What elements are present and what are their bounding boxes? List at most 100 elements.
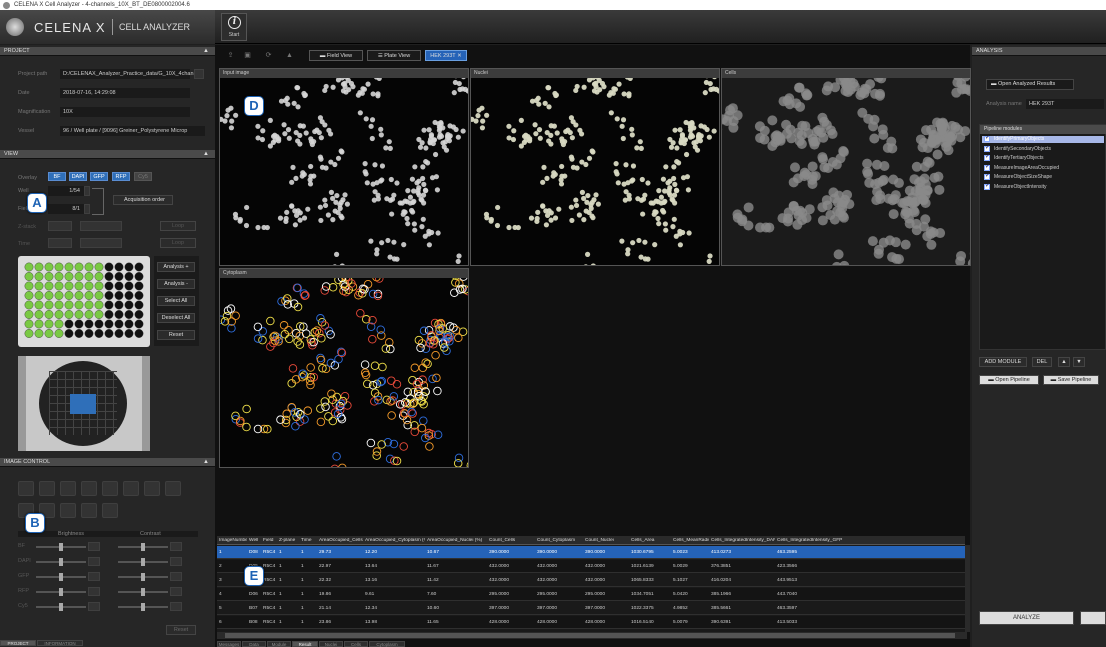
reset-button[interactable]: Reset <box>157 330 195 340</box>
select-all-button[interactable]: Select All <box>157 296 195 306</box>
tab-field-view[interactable]: ▬ Field View <box>309 50 363 61</box>
image-tool-button[interactable] <box>123 481 139 496</box>
tab-information[interactable]: INFORMATION <box>37 640 83 646</box>
deselect-all-button[interactable]: Deselect All <box>157 313 195 323</box>
image-tool-button[interactable] <box>102 481 118 496</box>
well[interactable] <box>54 319 64 329</box>
well[interactable] <box>74 310 84 319</box>
analysis-minus-button[interactable]: Analysis - <box>157 279 195 289</box>
well[interactable] <box>44 329 54 338</box>
well[interactable] <box>104 262 114 272</box>
slider-track[interactable] <box>118 588 168 596</box>
slider-value-field[interactable] <box>170 572 182 581</box>
cytoplasm-window[interactable]: Cytoplasm <box>219 268 469 468</box>
well[interactable] <box>64 281 74 291</box>
field-field[interactable]: 8/1 <box>48 204 84 214</box>
well[interactable] <box>114 319 124 329</box>
well[interactable] <box>94 272 104 281</box>
well[interactable] <box>44 281 54 291</box>
well[interactable] <box>104 291 114 300</box>
well[interactable] <box>44 291 54 300</box>
zstack-controls[interactable] <box>48 221 72 231</box>
well[interactable] <box>64 310 74 319</box>
channel-bf-button[interactable]: BF <box>48 172 66 181</box>
analysis-plus-button[interactable]: Analysis + <box>157 262 195 272</box>
result-tab[interactable]: Data <box>242 641 266 647</box>
channel-gfp-button[interactable]: GFP <box>90 172 108 181</box>
well[interactable] <box>104 300 114 310</box>
well[interactable] <box>94 281 104 291</box>
well[interactable] <box>84 291 94 300</box>
well[interactable] <box>44 319 54 329</box>
well[interactable] <box>84 329 94 338</box>
well[interactable] <box>114 300 124 310</box>
pipeline-module[interactable]: IdentifyPrimaryObjects <box>982 135 1104 143</box>
slider-track[interactable] <box>36 558 86 566</box>
well[interactable] <box>94 262 104 272</box>
slider-track[interactable] <box>118 603 168 611</box>
image-reset-button[interactable]: Reset <box>166 625 196 635</box>
channel-dapi-button[interactable]: DAPI <box>69 172 87 181</box>
well[interactable] <box>94 329 104 338</box>
column-header[interactable]: Well <box>249 538 261 543</box>
column-header[interactable]: Field <box>263 538 277 543</box>
well[interactable] <box>84 272 94 281</box>
column-header[interactable]: Cells_IntegratedIntensity_GFP <box>777 538 963 543</box>
column-header[interactable]: ImageNumber <box>219 538 247 543</box>
view-header[interactable]: VIEW ▲ <box>0 150 215 159</box>
slider-thumb[interactable] <box>141 573 145 581</box>
acquisition-order-toggle[interactable]: Acquisition order <box>113 195 173 205</box>
results-table[interactable]: ImageNumber Well Field Z-plane Time AreaOccup… <box>217 536 965 632</box>
slider-value-field[interactable] <box>88 572 100 581</box>
well[interactable] <box>84 310 94 319</box>
save-pipeline-button[interactable]: ▬ Save Pipeline <box>1043 375 1099 385</box>
column-header[interactable]: Time <box>301 538 317 543</box>
image-tool-button[interactable] <box>18 481 34 496</box>
well[interactable] <box>34 291 44 300</box>
table-row[interactable]: 5 B07 R5C4 1 1 21.14 12.34 10.60 397.0000 397.000… <box>217 602 965 615</box>
well[interactable] <box>134 329 144 338</box>
pipeline-module[interactable]: IdentifyTertiaryObjects <box>982 154 1104 162</box>
slider-track[interactable] <box>118 573 168 581</box>
folder-icon[interactable] <box>194 69 204 79</box>
slider-value-field[interactable] <box>88 602 100 611</box>
analysis-header[interactable]: ANALYSIS <box>972 47 1106 56</box>
slider-track[interactable] <box>36 603 86 611</box>
slider-thumb[interactable] <box>59 603 63 611</box>
well[interactable] <box>34 300 44 310</box>
image-tool-button[interactable] <box>60 503 76 518</box>
well[interactable] <box>64 272 74 281</box>
slider-value-field[interactable] <box>170 587 182 596</box>
well[interactable] <box>124 272 134 281</box>
well[interactable] <box>134 319 144 329</box>
well[interactable] <box>74 329 84 338</box>
well[interactable] <box>24 272 34 281</box>
well[interactable] <box>104 310 114 319</box>
well[interactable] <box>84 281 94 291</box>
field-stepper[interactable] <box>84 204 90 214</box>
result-tab[interactable]: Result <box>292 641 318 647</box>
well[interactable] <box>24 291 34 300</box>
pipeline-module[interactable]: MeasureObjectIntensity <box>982 183 1104 191</box>
well[interactable] <box>74 319 84 329</box>
well-plate-grid[interactable] <box>18 256 150 347</box>
channel-cy5-button[interactable]: Cy5 <box>134 172 152 181</box>
image-tool-button[interactable] <box>81 503 97 518</box>
table-row[interactable]: 6 B08 R5C4 1 1 23.86 13.98 11.65 428.0000 428.000… <box>217 616 965 629</box>
channel-rfp-button[interactable]: RFP <box>112 172 130 181</box>
nuclei-window[interactable]: Nuclei <box>470 68 720 266</box>
well[interactable] <box>84 300 94 310</box>
well[interactable] <box>134 272 144 281</box>
slider-track[interactable] <box>36 573 86 581</box>
result-tab[interactable]: Cells <box>344 641 368 647</box>
well[interactable] <box>134 291 144 300</box>
pipeline-module[interactable]: MeasureObjectSizeShape <box>982 173 1104 181</box>
extra-button[interactable] <box>1080 611 1106 625</box>
slider-track[interactable] <box>118 558 168 566</box>
upload-icon[interactable]: ⇪ <box>226 51 235 60</box>
column-header[interactable]: Cells_MeanRadius <box>673 538 709 543</box>
module-checkbox[interactable] <box>984 135 990 142</box>
well[interactable] <box>124 291 134 300</box>
column-header[interactable]: Count_Cytoplasm <box>537 538 583 543</box>
image-tool-button[interactable] <box>144 481 160 496</box>
